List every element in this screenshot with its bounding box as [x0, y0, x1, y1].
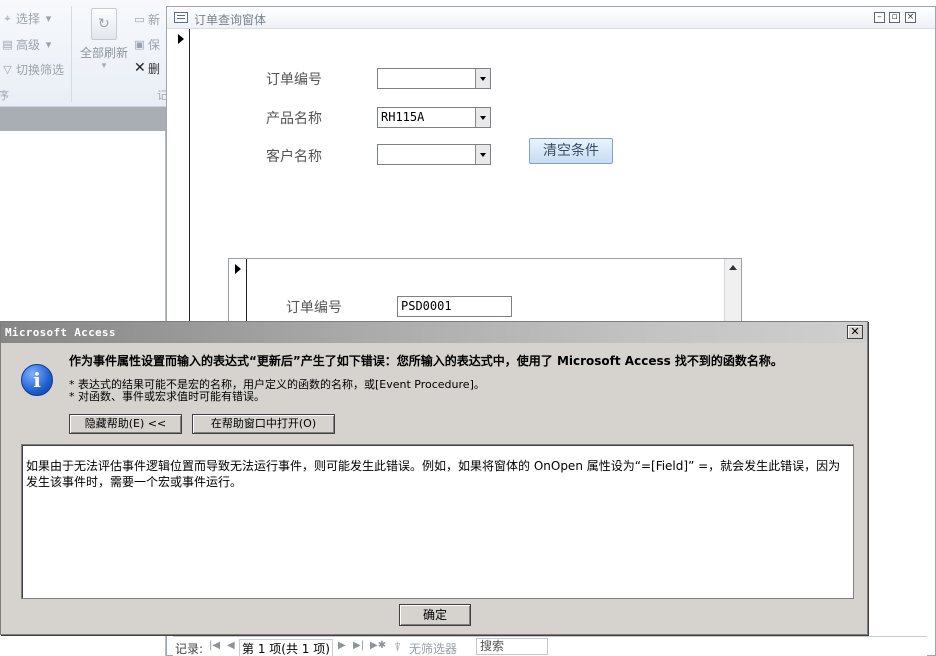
navigation-pane-header — [0, 107, 170, 131]
product-name-label: 产品名称 — [266, 111, 322, 127]
chevron-down-icon: ▾ — [101, 61, 107, 71]
subform-order-no-label: 订单编号 — [286, 300, 342, 316]
refresh-all-label: 全部刷新 — [79, 46, 128, 60]
funnel-icon: ⍒ — [394, 640, 402, 654]
select-label: 选择 — [16, 12, 41, 26]
ok-button[interactable]: 确定 — [399, 604, 471, 626]
toggle-filter-button[interactable]: ▽ 切换筛选 — [2, 61, 64, 78]
first-record-icon[interactable]: |◀ — [209, 640, 220, 651]
refresh-all-button[interactable]: 全部刷新 ▾ — [76, 8, 132, 71]
ribbon-separator — [71, 6, 72, 102]
error-message: 作为事件属性设置而输入的表达式“更新后”产生了如下错误：您所输入的表达式中，使用… — [69, 354, 783, 368]
new-record-icon: ▭ — [134, 13, 145, 26]
hide-help-button[interactable]: 隐藏帮助(E) << — [69, 414, 182, 434]
customer-name-label: 客户名称 — [266, 149, 322, 165]
toggle-filter-label: 切换筛选 — [16, 63, 65, 77]
record-nav-label: 记录: — [175, 642, 204, 656]
select-icon: ⌖ — [4, 12, 11, 25]
close-icon[interactable]: × — [905, 12, 916, 23]
last-record-icon[interactable]: ▶| — [353, 640, 364, 651]
funnel-icon: ▽ — [3, 63, 12, 76]
clear-conditions-button[interactable]: 清空条件 — [529, 138, 613, 164]
order-no-label: 订单编号 — [266, 72, 322, 88]
next-record-icon[interactable]: ▶ — [338, 640, 346, 651]
form-icon — [174, 12, 188, 23]
ribbon-group-label-left: 序 — [0, 89, 9, 102]
delete-label: 删 — [148, 62, 161, 76]
open-in-help-window-button[interactable]: 在帮助窗口中打开(O) — [192, 414, 335, 434]
customer-name-combo[interactable] — [377, 144, 491, 165]
error-bullet-2: * 对函数、事件或宏求值时可能有错误。 — [69, 390, 265, 403]
dropdown-arrow-icon[interactable] — [475, 108, 490, 127]
dropdown-arrow-icon[interactable] — [475, 69, 490, 88]
info-icon: i — [21, 364, 53, 396]
new-label: 新 — [148, 13, 161, 27]
select-menu[interactable]: ⌖ 选择 ▾ — [2, 10, 54, 27]
restore-icon[interactable]: ▫ — [889, 12, 900, 23]
form-title: 订单查询窗体 — [194, 13, 267, 27]
delete-button[interactable]: ✕ 删 — [134, 60, 160, 77]
minimize-icon[interactable]: – — [874, 12, 885, 23]
save-label: 保 — [148, 38, 161, 52]
ribbon: ⌖ 选择 ▾ ▤ 高级 ▾ ▽ 切换筛选 序 全部刷新 ▾ ▭ 新 ▣ 保 ✕ … — [0, 0, 170, 107]
chevron-down-icon: ▾ — [45, 38, 52, 51]
help-text-area[interactable]: 如果由于无法评估事件逻辑位置而导致无法运行事件，则可能发生此错误。例如，如果将窗… — [21, 444, 854, 599]
advanced-label: 高级 — [16, 38, 41, 52]
advanced-filter-icon: ▤ — [2, 38, 13, 51]
delete-x-icon: ✕ — [134, 60, 146, 76]
product-name-combo[interactable]: RH115A — [377, 107, 491, 128]
chevron-down-icon: ▾ — [45, 12, 52, 25]
dropdown-arrow-icon[interactable] — [475, 145, 490, 164]
save-icon: ▣ — [134, 38, 145, 51]
save-button[interactable]: ▣ 保 — [134, 36, 160, 53]
record-navigation-bar: 记录: |◀ ◀ 第 1 项(共 1 项) ▶ ▶| ▶✱ ⍒ 无筛选器 搜索 — [173, 636, 927, 656]
close-icon[interactable]: ✕ — [847, 325, 863, 339]
new-record-nav-icon[interactable]: ▶✱ — [370, 640, 386, 651]
order-no-combo[interactable] — [377, 68, 491, 89]
product-name-value: RH115A — [381, 110, 425, 124]
error-dialog: Microsoft Access ✕ i 作为事件属性设置而输入的表达式“更新后… — [0, 321, 868, 635]
refresh-icon — [91, 8, 117, 40]
new-record-button[interactable]: ▭ 新 — [134, 11, 160, 28]
record-position-field[interactable]: 第 1 项(共 1 项) — [239, 639, 333, 656]
search-input[interactable]: 搜索 — [476, 638, 548, 655]
advanced-menu[interactable]: ▤ 高级 ▾ — [2, 36, 54, 53]
form-title-bar: 订单查询窗体 – ▫ × — [167, 7, 935, 29]
previous-record-icon[interactable]: ◀ — [227, 640, 235, 651]
no-filter-status[interactable]: 无筛选器 — [409, 640, 457, 656]
subform-order-no-field[interactable]: PSD0001 — [397, 296, 512, 317]
dialog-title-bar: Microsoft Access ✕ — [1, 322, 867, 343]
dialog-title: Microsoft Access — [5, 326, 116, 339]
